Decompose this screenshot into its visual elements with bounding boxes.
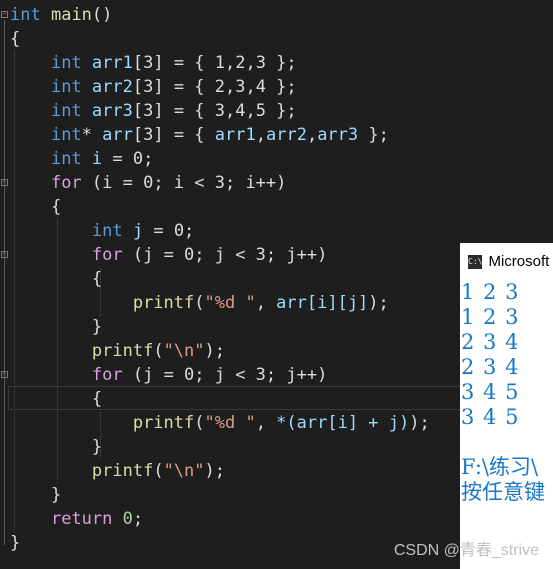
code-line-14: } <box>91 317 103 337</box>
code-line-3: int arr1[3] = { 1,2,3 }; <box>50 53 297 73</box>
code-line-15: printf("\n"); <box>91 341 225 361</box>
code-line-16: for (j = 0; j < 3; j++) <box>91 365 328 385</box>
console-output-line: 1 2 3 <box>461 305 520 329</box>
code-line-2: { <box>10 29 21 49</box>
console-exit-path: F:\练习\ <box>461 455 539 479</box>
code-line-12: { <box>91 269 103 289</box>
code-line-5: int arr3[3] = { 3,4,5 }; <box>50 101 297 121</box>
code-line-13: printf("%d ", arr[i][j]); <box>132 293 389 313</box>
console-title-bar[interactable]: C:\ Microsoft Visual Studio Debug Consol… <box>460 243 553 280</box>
console-output-line: 3 4 5 <box>461 405 520 429</box>
code-line-20: printf("\n"); <box>91 461 225 481</box>
fold-toggle-main[interactable]: - <box>1 11 8 18</box>
console-app-icon: C:\ <box>468 254 483 269</box>
code-line-8: for (i = 0; i < 3; i++) <box>50 173 287 193</box>
code-line-21: } <box>50 485 62 505</box>
console-title: Microsoft Visual Studio Debug Console <box>488 253 553 270</box>
code-line-6: int* arr[3] = { arr1,arr2,arr3 }; <box>50 125 389 145</box>
fold-toggle-for-i[interactable]: - <box>1 179 8 186</box>
watermark: CSDN @青春_strive <box>393 542 539 559</box>
fold-line <box>4 20 5 545</box>
fold-toggle-for-j-1[interactable]: - <box>1 251 8 258</box>
console-output-line: 2 3 4 <box>461 355 520 379</box>
debug-console-window[interactable]: C:\ Microsoft Visual Studio Debug Consol… <box>460 243 553 569</box>
code-line-4: int arr2[3] = { 2,3,4 }; <box>50 77 297 97</box>
fold-toggle-for-j-2[interactable]: - <box>1 371 8 378</box>
console-output-line: 1 2 3 <box>461 280 520 304</box>
code-line-11: for (j = 0; j < 3; j++) <box>91 245 328 265</box>
code-line-9: { <box>50 197 62 217</box>
console-output-line: 3 4 5 <box>461 380 520 404</box>
code-line-23: } <box>10 533 21 553</box>
code-line-19: } <box>91 437 103 457</box>
console-press-any-key: 按任意键 <box>461 480 545 504</box>
code-line-22: return 0; <box>50 509 144 529</box>
code-line-7: int i = 0; <box>50 149 154 169</box>
console-output-line: 2 3 4 <box>461 330 520 354</box>
code-line-10: int j = 0; <box>91 221 195 241</box>
code-line-17: { <box>91 389 103 409</box>
code-line-18: printf("%d ", *(arr[i] + j)); <box>132 413 430 433</box>
console-output: 1 2 3 1 2 3 2 3 4 2 3 4 3 4 5 3 4 5 F:\练… <box>460 280 553 505</box>
code-line-1: int main() <box>10 5 113 25</box>
